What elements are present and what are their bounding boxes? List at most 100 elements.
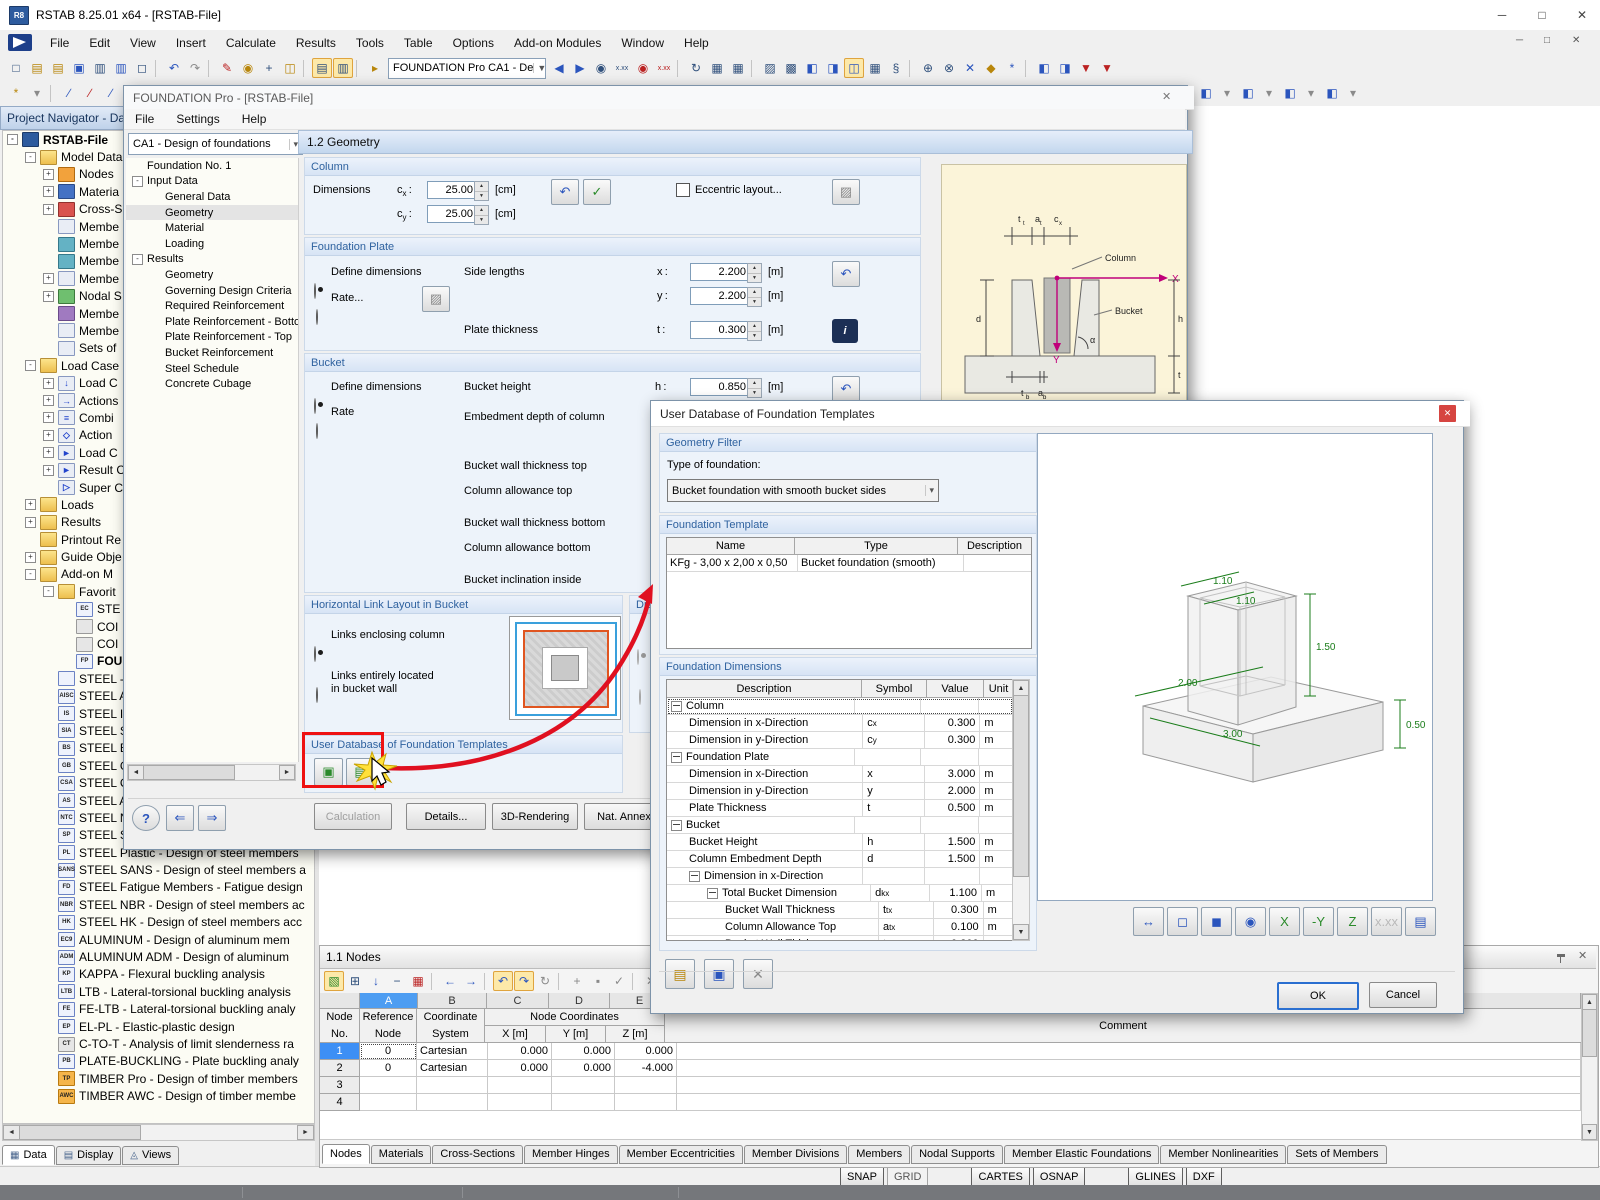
- tree-item[interactable]: PB PLATE-BUCKLING - Plate buckling analy: [3, 1053, 314, 1070]
- header-cell[interactable]: Type: [795, 538, 958, 555]
- tree-item[interactable]: TP TIMBER Pro - Design of timber members: [3, 1070, 314, 1087]
- tree-expander-icon[interactable]: -: [7, 134, 18, 145]
- toolbar-icon[interactable]: [558, 973, 564, 990]
- dimension-value[interactable]: 3.000: [925, 766, 980, 782]
- toolbar-icon[interactable]: −: [387, 971, 407, 991]
- toolbar-icon[interactable]: [431, 973, 437, 990]
- dimension-row[interactable]: Bucket Wall Thickness ttx 0.300 m: [667, 902, 1013, 919]
- tree-item[interactable]: LTB LTB - Lateral-torsional buckling ana…: [3, 983, 314, 1000]
- dialog-close-icon[interactable]: ✕: [1162, 90, 1171, 103]
- toolbar-icon[interactable]: ◫: [280, 58, 300, 78]
- toolbar-icon[interactable]: [303, 60, 309, 77]
- menu-item[interactable]: Calculate: [216, 33, 286, 53]
- undo-icon[interactable]: ↶: [832, 261, 860, 287]
- panel-close-icon[interactable]: ✕: [1578, 949, 1587, 962]
- cell-x[interactable]: [488, 1077, 552, 1094]
- row-number[interactable]: 4: [320, 1094, 360, 1111]
- view-tool-icon[interactable]: ↔: [1133, 907, 1164, 936]
- cell-reference-node[interactable]: 0: [360, 1043, 417, 1060]
- cell-coordinate-system[interactable]: Cartesian: [417, 1060, 488, 1077]
- status-toggle[interactable]: GRID: [887, 1167, 929, 1187]
- toolbar-icon[interactable]: ∕: [59, 83, 79, 103]
- tree-expander-icon[interactable]: -: [132, 254, 143, 265]
- toolbar-icon[interactable]: ▼: [1097, 58, 1117, 78]
- toolbar-icon[interactable]: *: [6, 83, 26, 103]
- tree-expander-icon[interactable]: +: [43, 291, 54, 302]
- tree-expander-icon[interactable]: +: [25, 517, 36, 528]
- nav-tree-item[interactable]: - Input Data: [126, 174, 298, 190]
- toolbar-icon[interactable]: [751, 60, 757, 77]
- nodes-vscrollbar[interactable]: ▲ ▼: [1581, 993, 1598, 1141]
- scroll-left-icon[interactable]: ◄: [3, 1125, 20, 1140]
- toolbar-icon[interactable]: [1025, 60, 1031, 77]
- dimension-row[interactable]: Plate Thickness t 0.500 m: [667, 800, 1013, 817]
- pin-icon[interactable]: [1557, 954, 1565, 957]
- cell-comment[interactable]: [677, 1060, 1581, 1077]
- scroll-down-icon[interactable]: ▼: [1582, 1124, 1597, 1140]
- chevron-down-icon[interactable]: ▼: [533, 63, 546, 73]
- dimension-value[interactable]: 0.300: [925, 732, 980, 748]
- nav-hscrollbar[interactable]: ◄ ►: [127, 764, 296, 781]
- toolbar-icon[interactable]: ◧: [1322, 83, 1342, 103]
- nav-tree-item[interactable]: Bucket Reinforcement: [126, 345, 298, 361]
- toolbar-icon[interactable]: [50, 85, 56, 102]
- tree-expander-icon[interactable]: +: [43, 395, 54, 406]
- tree-item[interactable]: KP KAPPA - Flexural buckling analysis: [3, 966, 314, 983]
- dimension-row[interactable]: Bucket Wall Thickness tbx 0.300 m: [667, 936, 1013, 941]
- ok-button[interactable]: OK: [1277, 982, 1359, 1010]
- toolbar-icon[interactable]: □: [6, 58, 26, 78]
- tree-expander-icon[interactable]: +: [43, 430, 54, 441]
- scroll-thumb[interactable]: [1013, 695, 1029, 877]
- calculation-button[interactable]: Calculation: [314, 803, 392, 830]
- plate-t-input[interactable]: [690, 321, 750, 339]
- tree-item[interactable]: EC9 ALUMINUM - Design of aluminum mem: [3, 931, 314, 948]
- preview-3d-view[interactable]: 1.10 1.10 1.50 2.00 3.00 0.50: [1037, 433, 1433, 901]
- view-tool-icon[interactable]: ◻: [1167, 907, 1198, 936]
- table-row[interactable]: 4: [320, 1094, 1581, 1111]
- toolbar-icon[interactable]: ▶: [570, 58, 590, 78]
- minimize-button[interactable]: [1482, 0, 1522, 29]
- status-toggle[interactable]: CARTES: [971, 1167, 1029, 1187]
- toolbar-icon[interactable]: ◧: [1238, 83, 1258, 103]
- toolbar-icon[interactable]: ⊕: [918, 58, 938, 78]
- tree-expander-icon[interactable]: -: [25, 569, 36, 580]
- rate-radio[interactable]: [316, 309, 318, 325]
- nav-tree-item[interactable]: Steel Schedule: [126, 361, 298, 377]
- toolbar-icon[interactable]: [632, 973, 638, 990]
- table-tab[interactable]: Nodes: [322, 1144, 370, 1164]
- tree-expander-icon[interactable]: +: [25, 499, 36, 510]
- tree-expander-icon[interactable]: +: [43, 447, 54, 458]
- maximize-button[interactable]: [1522, 0, 1562, 29]
- table-row[interactable]: 1 0 Cartesian 0.000 0.000 0.000: [320, 1043, 1581, 1060]
- tree-expander-icon[interactable]: +: [43, 378, 54, 389]
- toolbar-icon[interactable]: ◧: [1280, 83, 1300, 103]
- tree-expander-icon[interactable]: -: [25, 152, 36, 163]
- table-tab[interactable]: Member Hinges: [524, 1145, 618, 1164]
- row-number[interactable]: 1: [320, 1043, 360, 1060]
- cx-input[interactable]: [427, 181, 477, 199]
- nav-tree-item[interactable]: Concrete Cubage: [126, 376, 298, 392]
- dimension-value[interactable]: 0.100: [934, 919, 983, 935]
- view-tool-icon[interactable]: ◼: [1201, 907, 1232, 936]
- cell-z[interactable]: 0.000: [615, 1043, 677, 1060]
- toolbar-icon[interactable]: *: [1002, 58, 1022, 78]
- header-cell[interactable]: Name: [667, 538, 795, 555]
- navigator-hscrollbar[interactable]: ◄ ►: [2, 1124, 315, 1141]
- toolbar-icon[interactable]: ▾: [1217, 83, 1237, 103]
- max-radio[interactable]: [637, 649, 639, 665]
- template-row[interactable]: KFg - 3,00 x 2,00 x 0,50 Bucket foundati…: [667, 555, 1031, 572]
- chevron-down-icon[interactable]: ▾: [925, 485, 934, 496]
- table-tab[interactable]: Nodal Supports: [911, 1145, 1003, 1164]
- toolbar-icon[interactable]: ▾: [1343, 83, 1363, 103]
- dimension-value[interactable]: 1.100: [930, 885, 982, 901]
- toolbar-icon[interactable]: [677, 60, 683, 77]
- chevron-down-icon[interactable]: ▾: [289, 139, 298, 150]
- links-in-wall-radio[interactable]: [316, 687, 318, 703]
- nav-tree-item[interactable]: Plate Reinforcement - Top: [126, 330, 298, 346]
- module-case-combo[interactable]: FOUNDATION Pro CA1 - De▼: [388, 58, 546, 79]
- status-toggle[interactable]: SNAP: [840, 1167, 884, 1187]
- dimension-row[interactable]: Dimension in y-Direction y 2.000 m: [667, 783, 1013, 800]
- toolbar-icon[interactable]: ▥: [333, 58, 353, 78]
- template-description[interactable]: [964, 555, 1031, 571]
- eccentric-settings-icon[interactable]: ▨: [832, 179, 860, 205]
